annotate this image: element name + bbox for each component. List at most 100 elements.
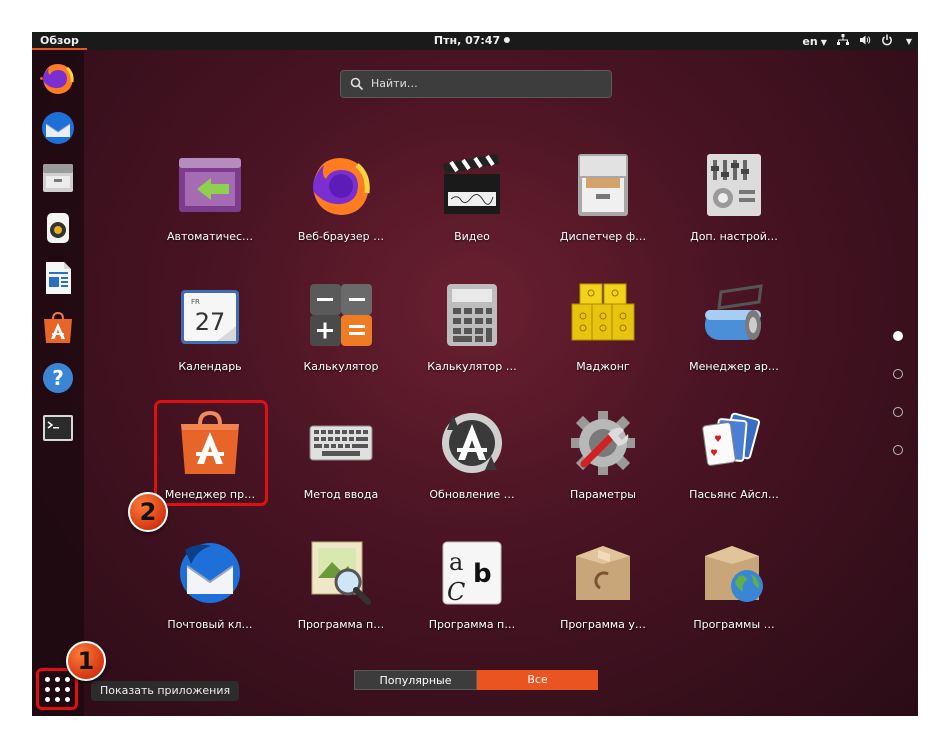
startup-apps-icon [179,158,241,212]
settings-gear-icon [571,411,635,475]
language-indicator[interactable]: en ▼ [802,35,826,48]
keyboard-icon [309,425,373,461]
software-updater-icon [442,413,502,473]
clock[interactable]: Птн, 07:47 [433,32,511,50]
tab-popular[interactable]: Популярные [354,670,477,690]
chevron-down-icon[interactable]: ▼ [906,37,912,46]
app-startup-applications[interactable]: Автоматичес… [150,152,270,262]
tab-all[interactable]: Все [477,670,598,690]
svg-text:?: ? [52,366,64,390]
app-label: Маджонг [576,360,630,373]
dock-item-terminal[interactable] [38,408,78,448]
page-dot-3[interactable] [893,407,903,417]
archive-manager-icon [705,284,763,340]
app-label: Почтовый кл… [167,618,253,631]
page-dot-1[interactable] [893,331,903,341]
software-icon [44,311,72,343]
app-web-browser[interactable]: Веб-браузер … [281,152,401,262]
app-calculator-2[interactable]: Калькулятор … [412,282,532,392]
rhythmbox-icon [47,213,69,243]
app-video[interactable]: Видео [412,152,532,262]
top-bar: Обзор Птн, 07:47 en ▼ ▼ [32,32,918,50]
app-label: Доп. настрой… [690,230,778,243]
app-label: Обновление … [429,488,515,501]
firefox-icon [43,64,74,94]
calculator-icon [310,284,372,346]
tweaks-icon [707,154,761,216]
dock-item-rhythmbox[interactable] [38,208,78,248]
page-dot-4[interactable] [893,445,903,455]
dock-item-files[interactable] [38,158,78,198]
calculator-grey-icon [447,284,497,346]
app-calendar[interactable]: FR 27 Календарь [150,282,270,392]
app-label: Автоматичес… [166,230,254,243]
app-label: Диспетчер ф… [559,230,647,243]
app-font-viewer[interactable]: abC Программа п… [412,540,532,650]
firefox-icon [313,158,370,215]
app-package-installer[interactable]: Программа у… [543,540,663,650]
app-label: Календарь [178,360,242,373]
calendar-icon: FR 27 [181,290,239,344]
dock-item-writer[interactable] [38,258,78,298]
search-input[interactable]: Найти… [340,70,612,98]
app-software-sources[interactable]: Программы … [674,540,794,650]
view-toggle: Популярные Все [354,670,598,690]
dock-item-help[interactable]: ? [38,358,78,398]
dock-item-thunderbird[interactable] [38,108,78,148]
app-label: Программа у… [560,618,646,631]
app-label: Пасьянс Айсл… [689,488,779,501]
desktop-screen: Обзор Птн, 07:47 en ▼ ▼ ? Показать прило… [32,32,918,716]
app-input-method[interactable]: Метод ввода [281,410,401,520]
system-tray: en ▼ ▼ [802,32,912,50]
thunderbird-icon [42,112,74,144]
app-label: Видео [454,230,490,243]
dock-item-software[interactable] [38,308,78,348]
power-icon[interactable] [881,34,893,49]
clock-text: Птн, 07:47 [433,34,501,47]
app-label: Калькулятор … [427,360,517,373]
step-badge-2: 2 [128,492,168,532]
terminal-icon [43,415,73,441]
app-grid-icon [44,676,70,702]
search-icon [350,77,364,91]
app-label: Программа п… [297,618,385,631]
app-label: Калькулятор [303,360,379,373]
font-glyph-a: a [449,548,463,576]
app-mail-client[interactable]: Почтовый кл… [150,540,270,650]
app-archive-manager[interactable]: Менеджер ар… [674,282,794,392]
search-placeholder: Найти… [371,77,418,90]
activities-button[interactable]: Обзор [32,32,87,50]
files-icon [43,164,73,192]
page-dot-2[interactable] [893,369,903,379]
app-label: Программы … [693,618,775,631]
app-label: Менеджер ар… [689,360,779,373]
app-label: Параметры [570,488,636,501]
mahjong-icon [571,283,635,341]
font-glyph-c: C [447,578,465,606]
file-cabinet-icon [578,154,628,216]
app-mahjong[interactable]: Маджонг [543,282,663,392]
font-viewer-icon: a bC [442,541,502,606]
notification-dot [504,37,511,43]
highlight-frame [154,400,268,506]
app-image-viewer[interactable]: Программа п… [281,540,401,650]
app-calculator[interactable]: Калькулятор [281,282,401,392]
app-settings[interactable]: Параметры [543,410,663,520]
app-aisleriot[interactable]: Пасьянс Айсл… [674,410,794,520]
chevron-down-icon: ▼ [820,37,827,47]
volume-icon[interactable] [859,34,871,49]
running-indicator [40,77,43,80]
network-icon[interactable] [836,33,849,49]
app-label: Программа п… [428,618,516,631]
calendar-date-text: 27 [195,308,226,336]
help-icon: ? [43,363,73,393]
app-file-manager[interactable]: Диспетчер ф… [543,152,663,262]
app-tweaks[interactable]: Доп. настрой… [674,152,794,262]
dock-item-firefox[interactable] [38,58,78,98]
app-software-updater[interactable]: Обновление … [412,410,532,520]
step-badge-1: 1 [66,641,106,681]
package-globe-icon [705,546,763,602]
playing-cards-icon [702,412,761,466]
font-glyph-b: b [473,559,492,589]
video-clapper-icon [443,154,500,214]
